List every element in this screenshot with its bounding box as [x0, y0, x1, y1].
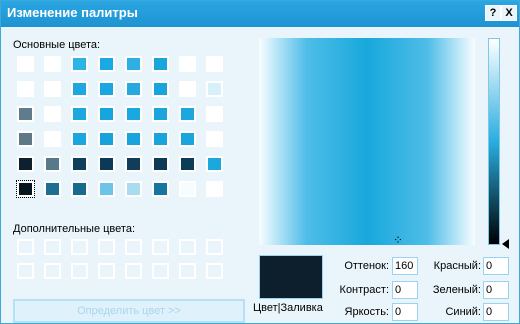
- hue-input[interactable]: 160: [392, 257, 418, 275]
- blue-label: Синий:: [445, 306, 481, 318]
- basic-color-swatch[interactable]: [125, 181, 142, 197]
- blue-input[interactable]: 0: [483, 303, 509, 321]
- close-button[interactable]: X: [501, 5, 517, 21]
- green-label: Зеленый:: [432, 284, 481, 296]
- basic-color-swatch[interactable]: [71, 56, 88, 72]
- basic-color-swatch[interactable]: [125, 106, 142, 122]
- basic-color-swatch[interactable]: [71, 106, 88, 122]
- basic-color-swatch[interactable]: [206, 81, 223, 97]
- custom-color-swatch[interactable]: [71, 263, 88, 279]
- basic-color-swatch[interactable]: [125, 131, 142, 147]
- basic-color-swatch[interactable]: [125, 81, 142, 97]
- basic-color-swatch[interactable]: [71, 156, 88, 172]
- basic-color-swatch[interactable]: [71, 81, 88, 97]
- custom-color-swatch[interactable]: [44, 263, 61, 279]
- green-input[interactable]: 0: [483, 281, 509, 299]
- basic-color-swatch[interactable]: [44, 181, 61, 197]
- color-preview: [259, 255, 323, 299]
- basic-color-swatch[interactable]: [206, 106, 223, 122]
- help-button[interactable]: ?: [485, 5, 501, 21]
- basic-color-swatch[interactable]: [98, 56, 115, 72]
- basic-color-swatch[interactable]: [17, 131, 34, 147]
- custom-colors-label: Дополнительные цвета:: [13, 223, 135, 235]
- basic-color-swatch[interactable]: [71, 181, 88, 197]
- basic-color-swatch[interactable]: [98, 181, 115, 197]
- basic-color-swatch[interactable]: [206, 56, 223, 72]
- luminosity-label: Яркость:: [344, 306, 389, 318]
- title-bar: Изменение палитры ? X: [1, 1, 519, 27]
- basic-color-swatch[interactable]: [179, 181, 196, 197]
- basic-color-swatch[interactable]: [98, 131, 115, 147]
- custom-color-swatch[interactable]: [206, 263, 223, 279]
- custom-color-swatch[interactable]: [179, 263, 196, 279]
- basic-color-swatch[interactable]: [17, 106, 34, 122]
- saturation-label: Контраст:: [339, 284, 389, 296]
- basic-color-swatch[interactable]: [206, 156, 223, 172]
- color-solid-label: Цвет|Заливка: [253, 302, 323, 314]
- basic-color-swatch[interactable]: [71, 131, 88, 147]
- edit-palette-dialog: Изменение палитры ? X Основные цвета: До…: [0, 0, 520, 324]
- basic-color-swatch[interactable]: [152, 181, 169, 197]
- basic-color-swatch[interactable]: [44, 131, 61, 147]
- color-spectrum[interactable]: [259, 38, 475, 245]
- basic-color-swatch[interactable]: [152, 81, 169, 97]
- basic-color-swatch[interactable]: [206, 131, 223, 147]
- window-title: Изменение палитры: [7, 5, 138, 20]
- custom-color-swatch[interactable]: [98, 239, 115, 255]
- basic-color-swatch[interactable]: [179, 56, 196, 72]
- basic-color-swatch[interactable]: [179, 81, 196, 97]
- luminosity-arrow-icon[interactable]: [502, 239, 509, 249]
- custom-color-swatch[interactable]: [152, 239, 169, 255]
- basic-color-swatch[interactable]: [206, 181, 223, 197]
- basic-color-swatch[interactable]: [44, 156, 61, 172]
- basic-color-swatch[interactable]: [152, 131, 169, 147]
- custom-color-swatch[interactable]: [125, 239, 142, 255]
- basic-color-swatch[interactable]: [152, 56, 169, 72]
- custom-color-swatch[interactable]: [17, 263, 34, 279]
- basic-color-swatch[interactable]: [98, 81, 115, 97]
- basic-color-swatch[interactable]: [17, 56, 34, 72]
- basic-color-swatch[interactable]: [152, 156, 169, 172]
- custom-colors-grid: [17, 239, 223, 279]
- basic-colors-label: Основные цвета:: [13, 39, 101, 51]
- red-label: Красный:: [433, 260, 481, 272]
- luminosity-bar[interactable]: [488, 38, 500, 245]
- hue-label: Оттенок:: [344, 260, 389, 272]
- custom-color-swatch[interactable]: [98, 263, 115, 279]
- basic-color-swatch[interactable]: [152, 106, 169, 122]
- custom-color-swatch[interactable]: [152, 263, 169, 279]
- basic-color-swatch[interactable]: [98, 106, 115, 122]
- crosshair-icon: ⁘: [393, 233, 404, 247]
- basic-color-swatch[interactable]: [98, 156, 115, 172]
- custom-color-swatch[interactable]: [44, 239, 61, 255]
- basic-color-swatch[interactable]: [44, 81, 61, 97]
- basic-color-swatch[interactable]: [179, 106, 196, 122]
- basic-color-swatch[interactable]: [179, 156, 196, 172]
- basic-color-swatch[interactable]: [17, 81, 34, 97]
- define-custom-colors-button[interactable]: Определить цвет >>: [13, 299, 245, 323]
- basic-color-swatch[interactable]: [16, 180, 35, 198]
- luminosity-input[interactable]: 0: [392, 303, 418, 321]
- basic-color-swatch[interactable]: [125, 56, 142, 72]
- basic-color-swatch[interactable]: [17, 156, 34, 172]
- basic-color-swatch[interactable]: [125, 156, 142, 172]
- custom-color-swatch[interactable]: [206, 239, 223, 255]
- basic-color-swatch[interactable]: [179, 131, 196, 147]
- red-input[interactable]: 0: [483, 257, 509, 275]
- custom-color-swatch[interactable]: [71, 239, 88, 255]
- custom-color-swatch[interactable]: [125, 263, 142, 279]
- basic-color-swatch[interactable]: [44, 106, 61, 122]
- basic-color-swatch[interactable]: [44, 56, 61, 72]
- custom-color-swatch[interactable]: [17, 239, 34, 255]
- saturation-input[interactable]: 0: [392, 281, 418, 299]
- basic-colors-grid: [16, 56, 223, 198]
- custom-color-swatch[interactable]: [179, 239, 196, 255]
